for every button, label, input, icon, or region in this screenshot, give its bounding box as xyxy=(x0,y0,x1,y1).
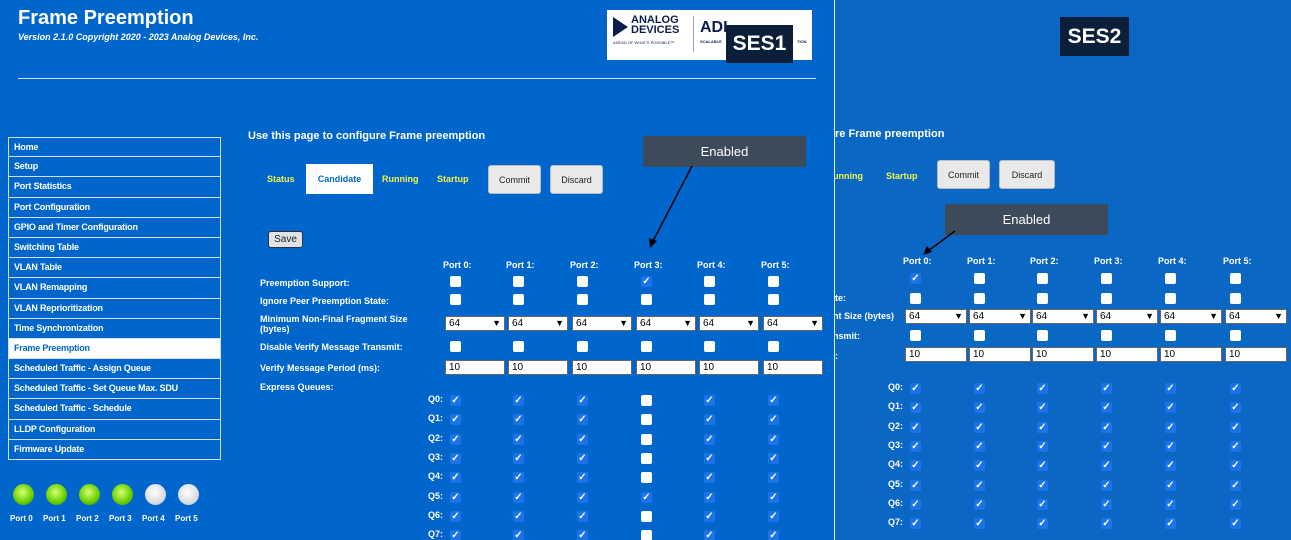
ses2-callout-arrow xyxy=(923,230,956,255)
ses2-window: SES2 re Frame preemption unning Startup … xyxy=(835,0,1291,540)
ses1-window: Frame Preemption Version 2.1.0 Copyright… xyxy=(0,0,835,540)
callout-arrow xyxy=(649,165,693,248)
